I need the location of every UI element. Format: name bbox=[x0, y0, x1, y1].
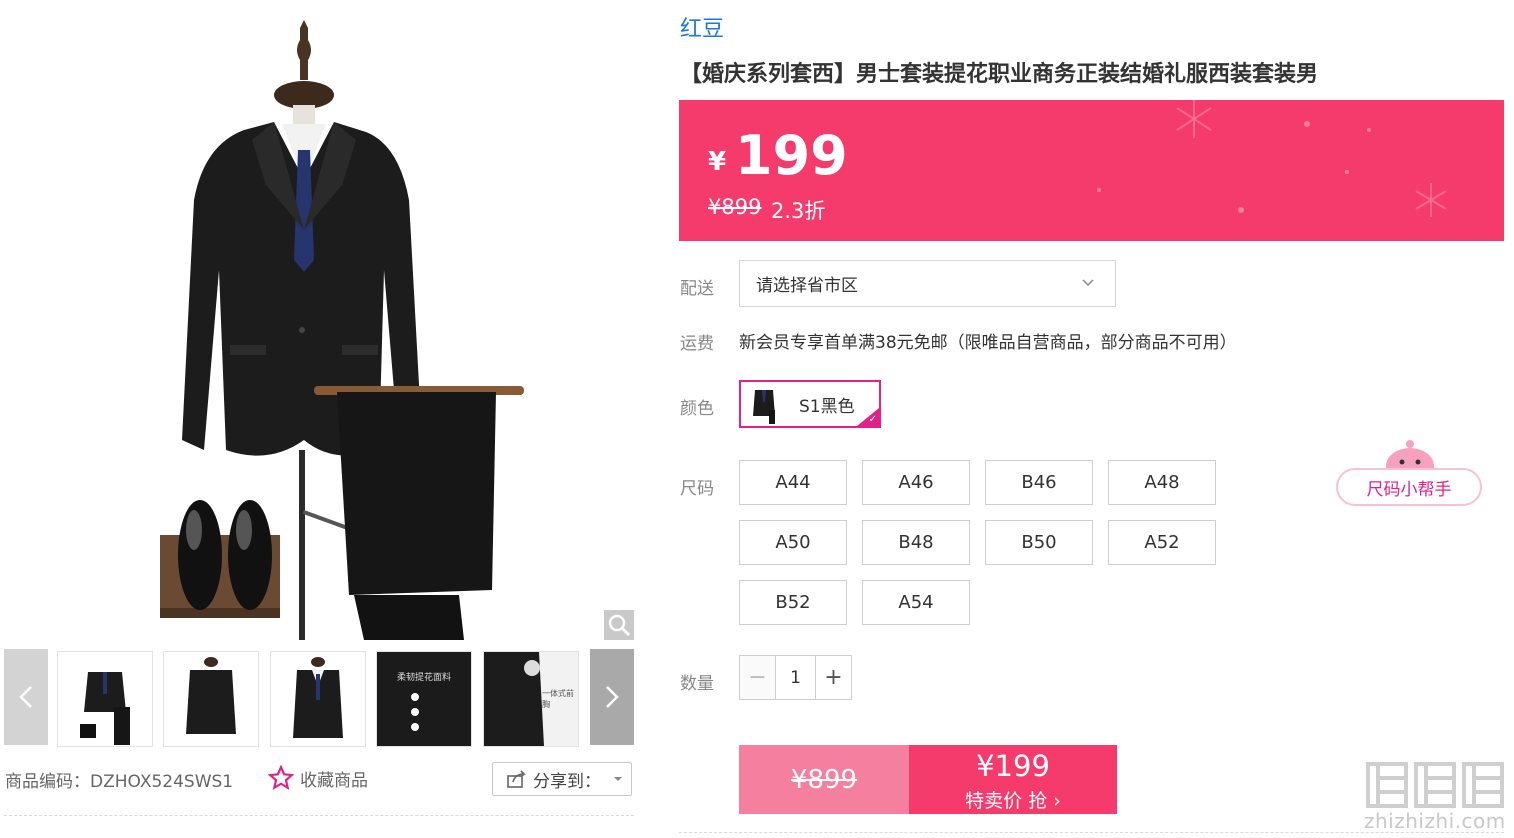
color-option-label: S1黑色 bbox=[799, 396, 855, 417]
color-option-s1-black[interactable]: S1黑色 ✓ bbox=[739, 380, 881, 428]
star-icon bbox=[268, 765, 294, 790]
share-icon bbox=[507, 770, 526, 788]
divider bbox=[4, 815, 634, 816]
sku-code: 商品编码：DZHOX524SWS1 bbox=[5, 772, 234, 792]
quantity-stepper: − + bbox=[739, 655, 852, 700]
buy-now-button[interactable]: ¥199 特卖价 抢 › bbox=[909, 745, 1117, 814]
original-price-box: ¥899 bbox=[739, 745, 909, 814]
favorite-button[interactable]: 收藏商品 bbox=[268, 765, 368, 791]
chevron-down-icon bbox=[1082, 279, 1094, 287]
caret-down-icon bbox=[614, 777, 622, 781]
chevron-right-icon bbox=[606, 686, 619, 708]
share-dropdown[interactable]: 分享到： bbox=[492, 762, 632, 796]
thumbnail-3[interactable] bbox=[270, 651, 366, 747]
thumbnail-suit-front bbox=[293, 657, 343, 738]
size-option-a46[interactable]: A46 bbox=[862, 460, 970, 505]
size-option-a54[interactable]: A54 bbox=[862, 580, 970, 625]
size-option-a52[interactable]: A52 bbox=[1108, 520, 1216, 565]
thumbnail-2[interactable] bbox=[163, 651, 259, 747]
size-option-b46[interactable]: B46 bbox=[985, 460, 1093, 505]
original-price: ¥899 bbox=[708, 195, 762, 219]
favorite-label: 收藏商品 bbox=[300, 770, 368, 791]
thumbnail-4[interactable]: 柔韧提花面料 bbox=[376, 651, 472, 747]
quantity-increment-button[interactable]: + bbox=[815, 656, 851, 699]
magnifier-icon bbox=[608, 614, 631, 637]
watermark-url: zhizhizhi.com bbox=[1364, 809, 1506, 833]
buy-sale-price: ¥199 bbox=[976, 749, 1050, 783]
size-helper-label: 尺码小帮手 bbox=[1366, 479, 1452, 500]
product-title: 【婚庆系列套西】男士套装提花职业商务正装结婚礼服西装套装男 bbox=[680, 62, 1319, 87]
shipping-label: 运费 bbox=[680, 334, 714, 354]
size-option-b48[interactable]: B48 bbox=[862, 520, 970, 565]
thumbnail-prev-button[interactable] bbox=[4, 649, 48, 745]
chevron-left-icon bbox=[19, 686, 32, 708]
thumbnail-suit-back bbox=[186, 657, 236, 734]
sale-price: 199 bbox=[735, 124, 848, 187]
thumbnail-5[interactable]: 一体式前胸 bbox=[483, 651, 579, 747]
thumbnail-suit-with-trousers bbox=[80, 672, 130, 745]
thumbnail-caption: 一体式前胸 bbox=[542, 689, 574, 709]
color-label: 颜色 bbox=[680, 399, 714, 419]
thumbnail-1[interactable] bbox=[57, 651, 153, 747]
discount-rate: 2.3折 bbox=[771, 199, 826, 223]
quantity-decrement-button[interactable]: − bbox=[740, 656, 776, 699]
shipping-info: 新会员专享首单满38元免邮（限唯品自营商品，部分商品不可用） bbox=[739, 333, 1237, 353]
delivery-region-select[interactable]: 请选择省市区 bbox=[739, 260, 1116, 307]
share-label: 分享到： bbox=[533, 771, 601, 792]
size-helper-button[interactable]: 尺码小帮手 bbox=[1336, 468, 1482, 506]
brand-link[interactable]: 红豆 bbox=[680, 11, 724, 43]
delivery-placeholder: 请选择省市区 bbox=[756, 276, 858, 296]
check-icon: ✓ bbox=[868, 414, 877, 425]
size-option-b52[interactable]: B52 bbox=[739, 580, 847, 625]
buy-cta-label: 特卖价 抢 › bbox=[965, 790, 1061, 812]
thumbnail-next-button[interactable] bbox=[590, 649, 634, 745]
size-option-a48[interactable]: A48 bbox=[1108, 460, 1216, 505]
size-label: 尺码 bbox=[680, 479, 714, 499]
quantity-label: 数量 bbox=[680, 674, 714, 694]
suit-photo bbox=[4, 10, 634, 640]
fabric-detail-icons bbox=[411, 693, 419, 731]
size-option-a44[interactable]: A44 bbox=[739, 460, 847, 505]
mascot-icon bbox=[1386, 440, 1434, 470]
price-currency: ¥ bbox=[708, 147, 727, 177]
color-swatch-image bbox=[753, 390, 775, 424]
quantity-input[interactable] bbox=[776, 656, 815, 699]
size-option-b50[interactable]: B50 bbox=[985, 520, 1093, 565]
size-option-a50[interactable]: A50 bbox=[739, 520, 847, 565]
product-main-image[interactable] bbox=[4, 10, 634, 640]
buy-original-price: ¥899 bbox=[790, 764, 858, 795]
delivery-label: 配送 bbox=[680, 279, 714, 299]
zoom-button[interactable] bbox=[604, 610, 634, 640]
